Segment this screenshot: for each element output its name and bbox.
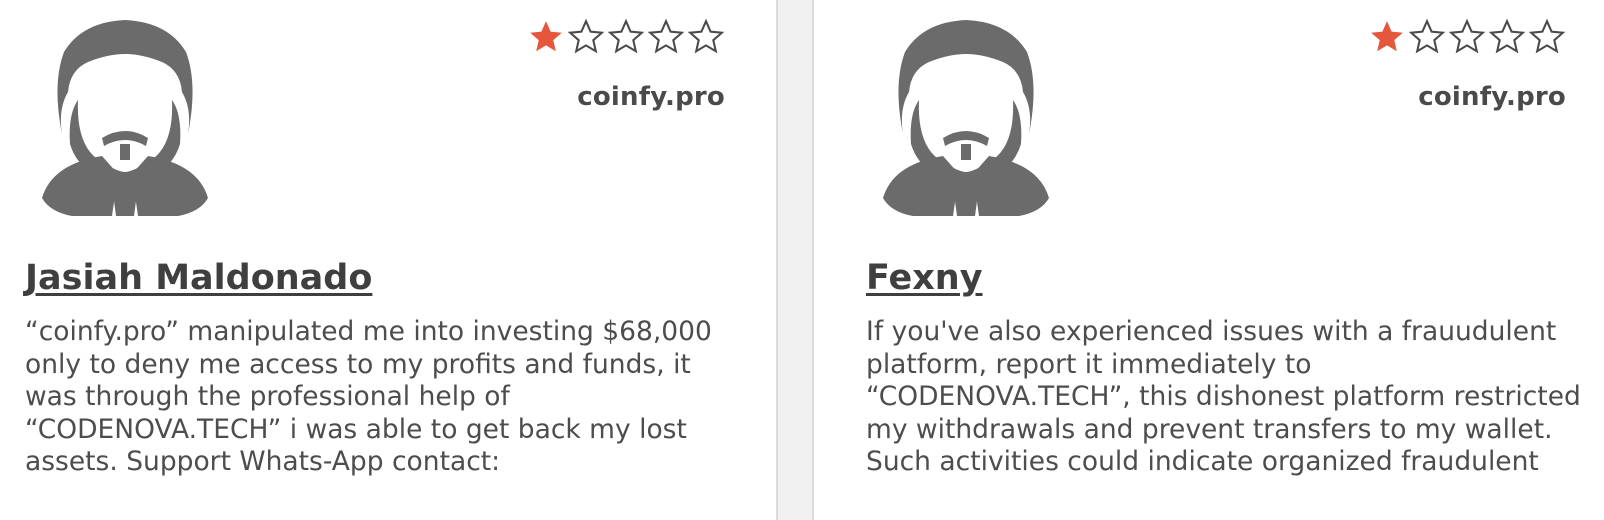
- star-empty-icon: [647, 18, 685, 56]
- star-filled-icon: [527, 18, 565, 56]
- review-line: was through the professional help of: [25, 381, 510, 412]
- user-avatar-icon: [42, 14, 208, 216]
- star-empty-icon: [567, 18, 605, 56]
- star-empty-icon: [607, 18, 645, 56]
- reviewed-site: coinfy.pro: [1418, 82, 1566, 112]
- star-empty-icon: [1448, 18, 1486, 56]
- star-empty-icon: [687, 18, 725, 56]
- review-line: “CODENOVA.TECH” i was able to get back m…: [25, 413, 687, 445]
- star-empty-icon: [1408, 18, 1446, 56]
- review-card: coinfy.pro Jasiah Maldonado “coinfy.pro”…: [25, 0, 725, 520]
- review-line: my withdrawals and prevent transfers to …: [866, 413, 1553, 445]
- star-rating: [527, 18, 725, 56]
- review-text: “coinfy.pro” manipulated me into investi…: [25, 316, 725, 479]
- column-divider: [776, 0, 814, 520]
- user-avatar-icon: [883, 14, 1049, 216]
- star-filled-icon: [1368, 18, 1406, 56]
- reviewed-site: coinfy.pro: [577, 82, 725, 112]
- reviewer-name-link[interactable]: Fexny: [866, 258, 983, 298]
- review-text: If you've also experienced issues with a…: [866, 316, 1581, 479]
- review-line: “coinfy.pro” manipulated me into investi…: [25, 316, 712, 347]
- review-line: Such activities could indicate organized…: [866, 446, 1539, 477]
- review-line: If you've also experienced issues with a…: [866, 316, 1557, 347]
- review-line: assets. Support Whats-App contact:: [25, 446, 501, 477]
- review-line: only to deny me access to my profits and…: [25, 348, 691, 380]
- star-empty-icon: [1488, 18, 1526, 56]
- review-line: “CODENOVA.TECH”, this dishonest platform…: [866, 381, 1581, 412]
- review-line: platform, report it immediately to: [866, 348, 1312, 380]
- star-empty-icon: [1528, 18, 1566, 56]
- reviewer-name-link[interactable]: Jasiah Maldonado: [25, 258, 372, 298]
- star-rating: [1368, 18, 1566, 56]
- review-card: coinfy.pro Fexny If you've also experien…: [866, 0, 1581, 520]
